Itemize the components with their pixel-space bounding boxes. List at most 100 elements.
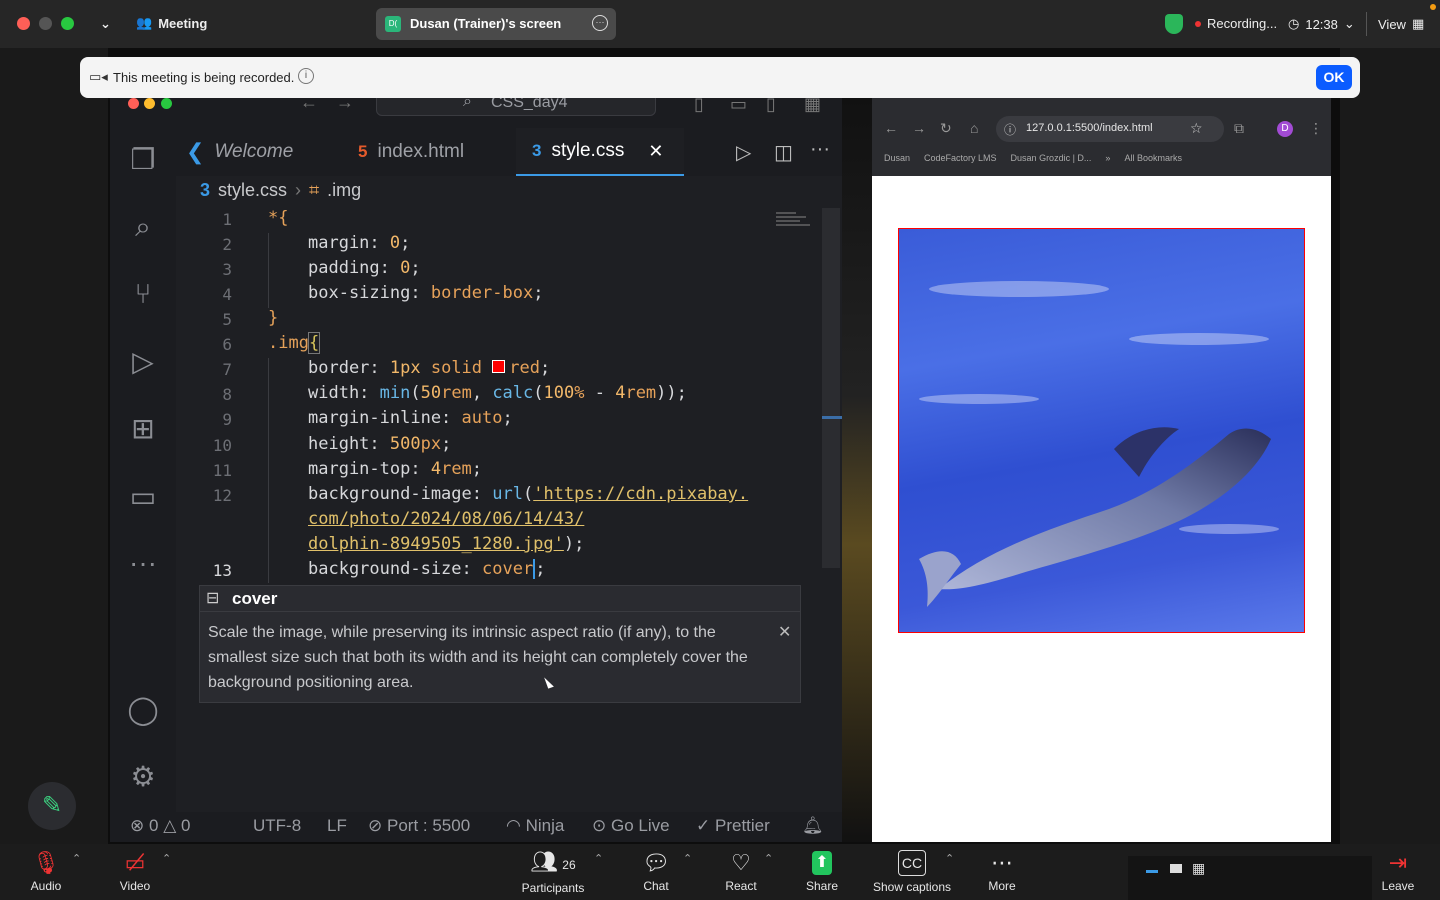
shield-icon[interactable] [1165,14,1183,34]
site-info-icon[interactable]: ⓘ [1004,121,1016,138]
meeting-label: Meeting [158,15,208,31]
leave-button[interactable]: ⇥ Leave [1378,844,1418,900]
close-window-button[interactable] [17,17,30,30]
share-button[interactable]: ⬆ Share [802,844,842,900]
bookmark-item[interactable]: Dusan [884,153,910,163]
url-string[interactable]: 'https://cdn.pixabay. [533,484,748,504]
ok-button[interactable]: OK [1316,65,1352,90]
profile-avatar[interactable]: D [1277,121,1293,137]
speaker-view-icon[interactable] [1170,864,1182,873]
info-icon[interactable]: i [298,68,314,84]
recording-indicator[interactable]: Recording... [1195,16,1277,31]
remote-explorer-icon[interactable]: ▭ [124,477,162,515]
more-button[interactable]: ⋯ More [982,844,1022,900]
meeting-menu[interactable]: 👥 Meeting [136,15,207,31]
address-bar[interactable]: ⓘ 127.0.0.1:5500/index.html ☆ [996,116,1224,142]
explorer-icon[interactable]: ❐ [124,140,162,178]
close-icon[interactable]: ✕ [778,622,791,642]
url-string[interactable]: com/photo/2024/08/06/14/43/ [308,509,584,529]
back-arrow-icon[interactable]: ← [884,120,898,136]
audio-button[interactable]: 🎙︎ Audio [26,844,66,900]
bookmark-star-icon[interactable]: ☆ [1190,120,1203,137]
encoding-status[interactable]: UTF-8 [253,816,301,836]
prettier-status[interactable]: ✓ Prettier [696,816,770,836]
meeting-timer[interactable]: ◷ 12:38 ⌄ [1288,16,1355,32]
participants-count: 26 [562,857,576,872]
go-live-status[interactable]: ⊙ Go Live [592,816,670,836]
zoom-window-button[interactable] [61,17,74,30]
tab-welcome[interactable]: ❮ Welcome [186,128,293,176]
home-icon[interactable]: ⌂ [970,120,978,136]
account-icon[interactable]: ◯ [124,690,162,728]
minimize-window-button[interactable] [144,98,155,109]
video-button[interactable]: ▭̸ Video [114,844,156,900]
code-line-7: border: 1px solid red; [308,358,550,378]
run-debug-icon[interactable]: ▷ [124,342,162,380]
chevron-up-icon[interactable]: ⌃ [945,852,954,865]
view-button[interactable]: View ▦ [1378,16,1424,32]
more-actions-icon[interactable]: ··· [810,138,830,161]
vertical-scrollbar[interactable] [822,208,840,568]
search-icon[interactable]: ⌕ [124,208,162,246]
breadcrumb-symbol[interactable]: .img [327,180,361,201]
more-options-icon[interactable]: ··· [592,15,608,31]
port-status[interactable]: ⊘ Port : 5500 [368,816,470,836]
zoom-window-button[interactable] [161,98,172,109]
property: margin-top: [308,459,431,479]
breadcrumb-file[interactable]: style.css [218,180,287,201]
tab-style-css[interactable]: 3 style.css ✕ [516,128,684,176]
error-icon: ⊗ [130,816,145,835]
bookmark-item[interactable]: Dusan Grozdic | D... [1011,153,1092,163]
color-swatch-red[interactable] [492,360,506,373]
all-bookmarks-folder[interactable]: All Bookmarks [1124,153,1182,163]
bookmark-item[interactable]: CodeFactory LMS [924,153,997,163]
chevron-up-icon[interactable]: ⌃ [764,852,773,865]
audio-label: Audio [30,879,62,893]
extensions-icon[interactable]: ⧉ [1234,120,1244,137]
forward-arrow-icon[interactable]: → [912,120,926,136]
suggestion-item[interactable]: ⊟ cover [200,586,800,612]
chevron-down-icon[interactable]: ⌄ [100,16,111,32]
tab-index-html[interactable]: 5 index.html [358,128,464,176]
screen-share-title: Dusan (Trainer)'s screen [410,16,562,31]
more-views-icon[interactable]: ··· [124,544,162,582]
chevron-up-icon[interactable]: ⌃ [72,852,81,865]
url-string[interactable]: dolphin-8949505_1280.jpg' [308,534,564,554]
minimap[interactable] [776,210,812,234]
bell-icon[interactable]: 🔔︎ [802,816,824,836]
split-editor-icon[interactable]: ◫ [774,140,793,165]
minimize-video-icon[interactable] [1146,870,1158,873]
editor-tab-bar: ❮ Welcome 5 index.html 3 style.css ✕ ▷ ◫… [176,128,842,176]
settings-gear-icon[interactable]: ⚙ [124,757,162,795]
selector: .img [268,333,309,353]
reload-icon[interactable]: ↻ [940,120,952,137]
participants-button[interactable]: 👥︎ 26 Participants [516,844,590,900]
punct: ( [522,484,534,504]
annotate-pencil-icon[interactable]: ✎ [28,782,76,830]
run-icon[interactable]: ▷ [736,140,751,165]
chevron-up-icon[interactable]: ⌃ [594,852,603,865]
property: background-image: [308,484,493,504]
chevron-double-right-icon[interactable]: » [1105,153,1110,163]
chevron-up-icon[interactable]: ⌃ [683,852,692,865]
source-control-icon[interactable]: ⑂ [124,275,162,313]
problems-status[interactable]: ⊗ 0 △ 0 [130,816,190,836]
react-button[interactable]: ♡ React [720,844,762,900]
extensions-icon[interactable]: ⊞ [124,409,162,447]
kebab-menu-icon[interactable]: ⋮ [1309,120,1323,137]
gallery-view-icon[interactable]: ▦ [1192,860,1205,877]
ninja-status[interactable]: ◠ Ninja [506,816,564,836]
chevron-up-icon[interactable]: ⌃ [162,852,171,865]
minimize-window-button[interactable] [39,17,52,30]
captions-button[interactable]: CC Show captions [868,844,956,900]
chat-button[interactable]: 💬︎ Chat [636,844,676,900]
close-tab-icon[interactable]: ✕ [648,141,663,162]
eol-status[interactable]: LF [327,816,347,836]
close-window-button[interactable] [128,98,139,109]
indent-guide [268,233,269,308]
tab-label: style.css [551,140,625,161]
property: padding: [308,258,401,278]
microphone-muted-icon: 🎙︎ [32,850,60,875]
suggestion-description: Scale the image, while preserving its in… [208,624,748,691]
screen-share-pill[interactable]: D( Dusan (Trainer)'s screen ··· [376,8,616,40]
